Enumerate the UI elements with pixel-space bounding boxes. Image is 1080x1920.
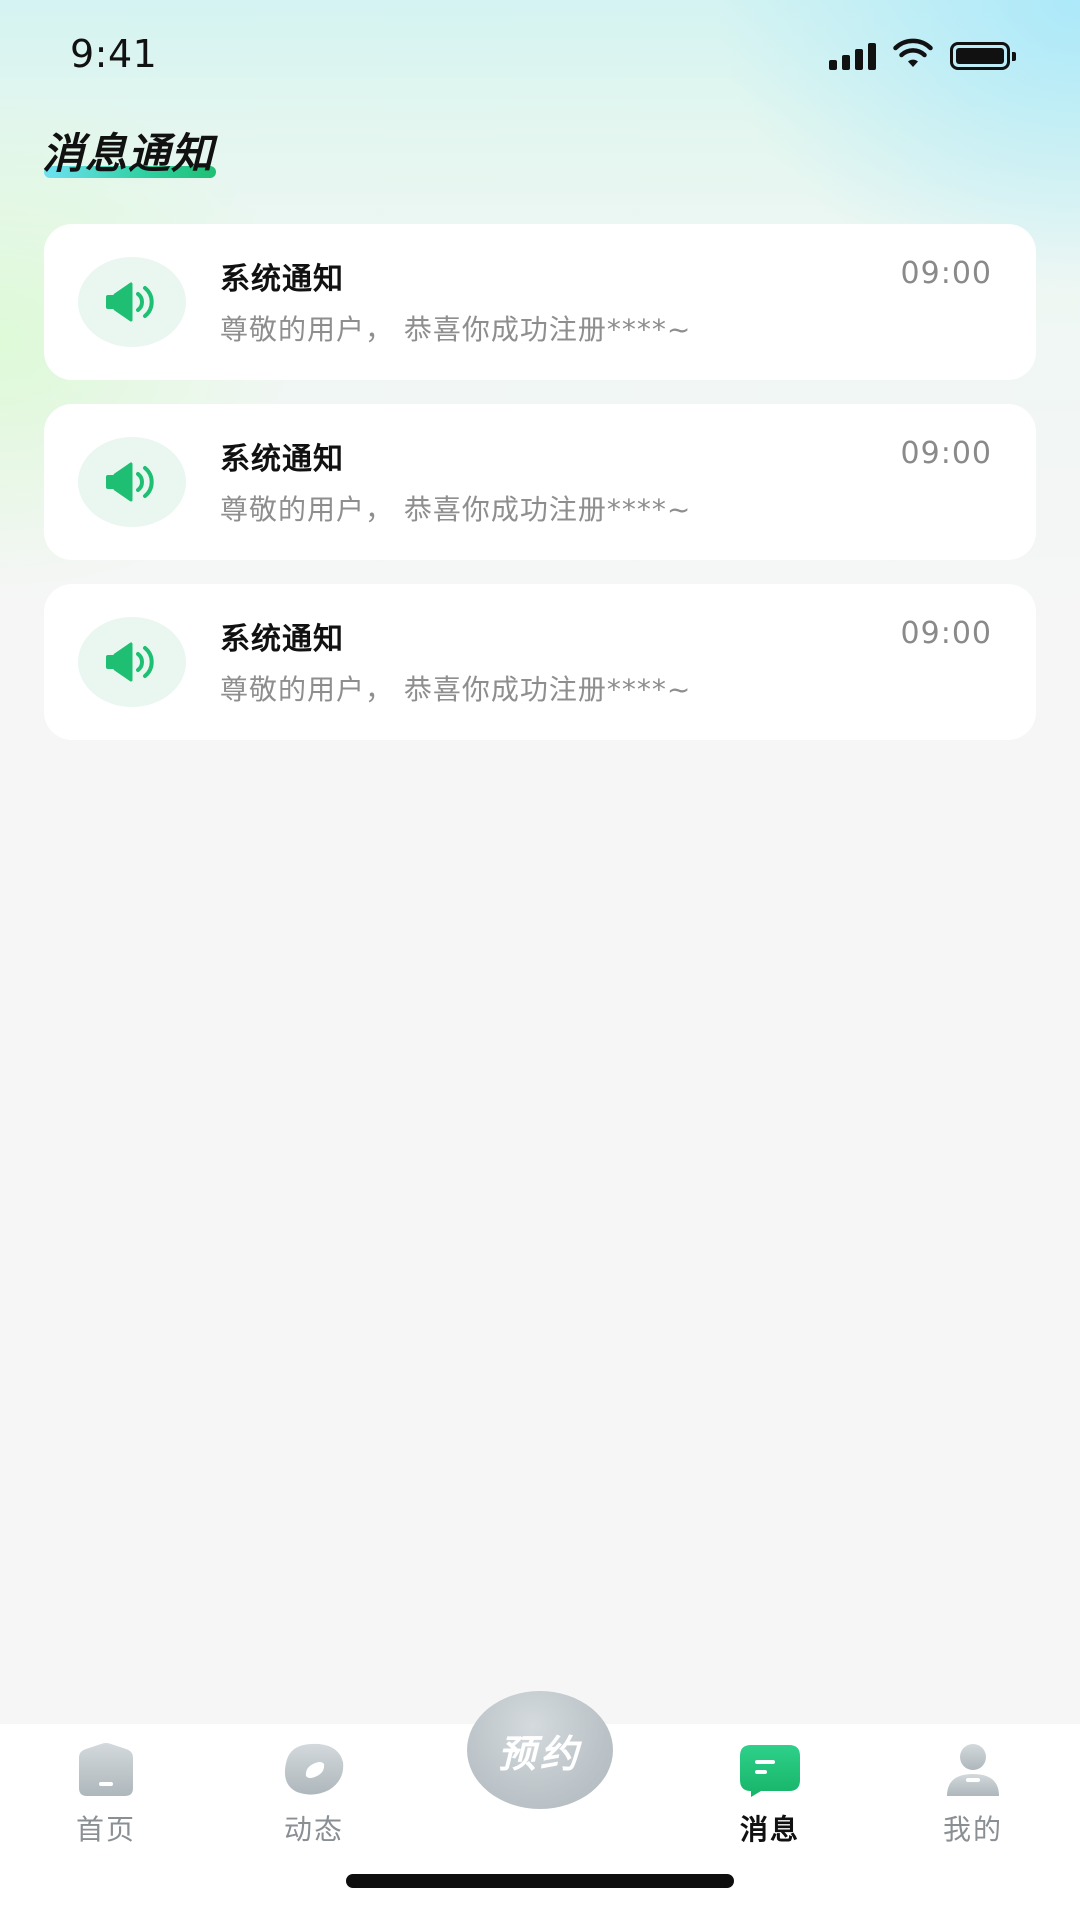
notification-time: 09:00 <box>900 616 992 651</box>
speaker-icon <box>106 462 154 502</box>
tab-label: 我的 <box>942 1813 1003 1846</box>
speaker-icon <box>106 282 154 322</box>
speaker-icon <box>106 642 154 682</box>
notification-title: 系统通知 <box>220 262 344 297</box>
message-icon <box>740 1745 800 1797</box>
tab-label: 动态 <box>283 1813 344 1846</box>
page-title-text: 消息通知 <box>42 129 215 178</box>
bottom-tab-bar: 首页 动态 预约 消息 我的 <box>0 1691 1080 1920</box>
home-indicator[interactable] <box>346 1874 734 1888</box>
notification-body: 尊敬的用户， 恭喜你成功注册****~ <box>220 673 692 706</box>
tab-home[interactable]: 首页 <box>36 1742 176 1862</box>
status-bar: 9:41 <box>0 0 1080 110</box>
tab-feed[interactable]: 动态 <box>244 1742 384 1862</box>
book-button-label: 预约 <box>497 1731 582 1776</box>
tab-profile[interactable]: 我的 <box>903 1742 1043 1862</box>
wifi-icon <box>892 38 934 74</box>
notification-card[interactable]: 系统通知 09:00 尊敬的用户， 恭喜你成功注册****~ <box>44 584 1036 740</box>
tab-label: 消息 <box>739 1813 800 1846</box>
notification-card[interactable]: 系统通知 09:00 尊敬的用户， 恭喜你成功注册****~ <box>44 224 1036 380</box>
notification-list: 系统通知 09:00 尊敬的用户， 恭喜你成功注册****~ 系统通知 09:0… <box>44 224 1036 764</box>
notification-title: 系统通知 <box>220 622 344 657</box>
battery-icon <box>950 42 1016 70</box>
tab-messages[interactable]: 消息 <box>700 1742 840 1862</box>
notification-icon-badge <box>78 257 186 347</box>
page-title: 消息通知 <box>42 128 216 180</box>
notification-time: 09:00 <box>900 436 992 471</box>
profile-icon <box>947 1744 999 1796</box>
tab-label: 首页 <box>75 1813 136 1846</box>
notification-icon-badge <box>78 617 186 707</box>
cellular-signal-icon <box>829 42 876 70</box>
feed-icon <box>284 1743 344 1795</box>
status-icons <box>829 38 1016 74</box>
book-button[interactable]: 预约 <box>467 1691 613 1809</box>
notification-title: 系统通知 <box>220 442 344 477</box>
notification-body: 尊敬的用户， 恭喜你成功注册****~ <box>220 493 692 526</box>
notification-icon-badge <box>78 437 186 527</box>
notification-time: 09:00 <box>900 256 992 291</box>
notification-card[interactable]: 系统通知 09:00 尊敬的用户， 恭喜你成功注册****~ <box>44 404 1036 560</box>
status-time: 9:41 <box>70 32 158 76</box>
notification-body: 尊敬的用户， 恭喜你成功注册****~ <box>220 313 692 346</box>
home-icon <box>79 1743 133 1796</box>
